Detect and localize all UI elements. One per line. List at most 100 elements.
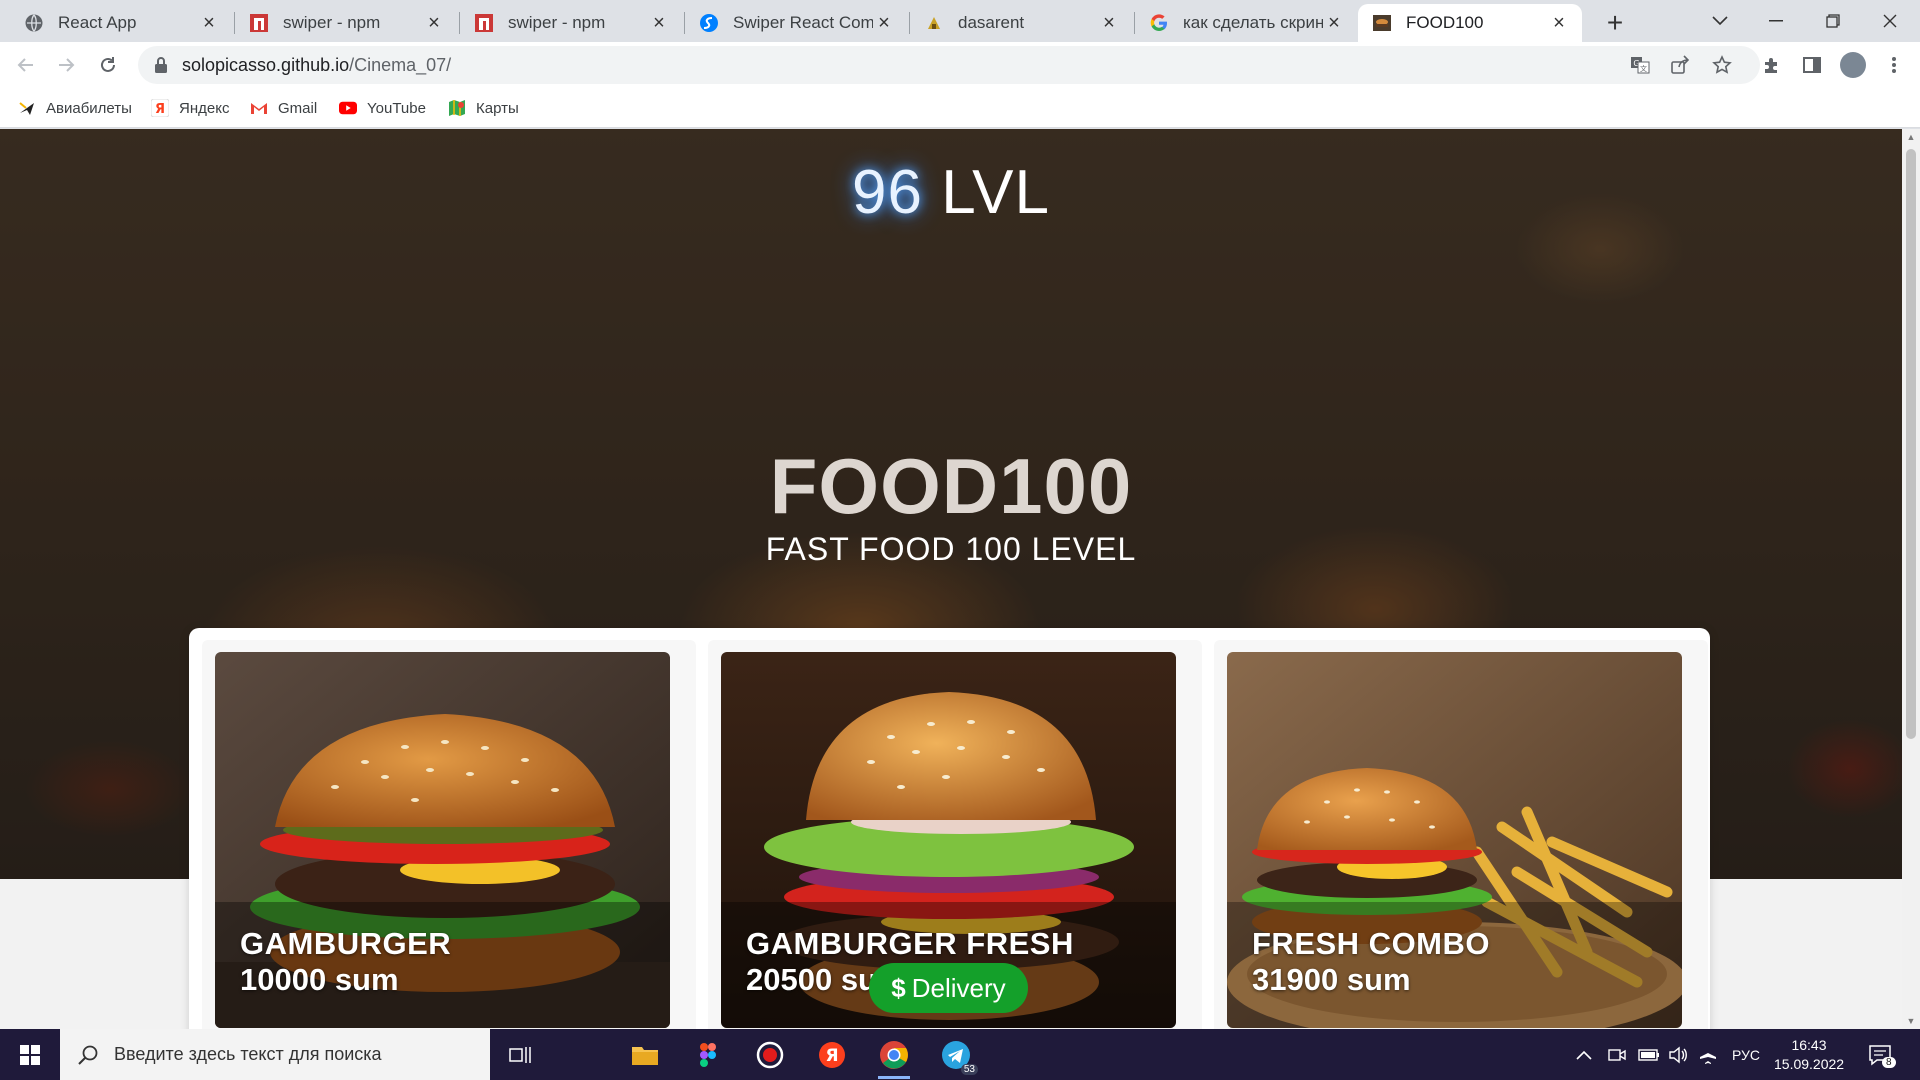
page-scrollbar[interactable]: ▲ ▼: [1902, 129, 1920, 1029]
bookmark-maps[interactable]: Карты: [448, 97, 519, 119]
browser-toolbar: solopicasso.github.io/Cinema_07/ G文: [0, 42, 1920, 88]
gmail-icon: [250, 99, 268, 117]
page-viewport: 96 LVL FOOD100 FAST FOOD 100 LEVEL GAMBU…: [0, 129, 1902, 1029]
brand-heading: FOOD100: [769, 442, 1133, 530]
tab-react-app[interactable]: React App ×: [10, 4, 232, 42]
tab-title: swiper - npm: [283, 13, 381, 32]
address-bar[interactable]: solopicasso.github.io/Cinema_07/: [138, 46, 1760, 84]
forward-button[interactable]: [50, 49, 82, 81]
chrome-icon[interactable]: [874, 1035, 914, 1079]
svg-text:Я: Я: [825, 1046, 838, 1066]
tab-swiper-npm-1[interactable]: swiper - npm ×: [235, 4, 457, 42]
svg-text:文: 文: [1640, 64, 1647, 73]
yandex-browser-icon[interactable]: Я: [812, 1035, 852, 1075]
tab-swiper-react[interactable]: Swiper React Compon ×: [685, 4, 907, 42]
close-tab-icon[interactable]: ×: [1098, 12, 1120, 34]
profile-avatar[interactable]: [1840, 52, 1866, 78]
tab-dasarent[interactable]: dasarent ×: [910, 4, 1132, 42]
lock-icon: [155, 57, 167, 73]
close-tab-icon[interactable]: ×: [198, 12, 220, 34]
airplane-mode-icon[interactable]: [1698, 1029, 1718, 1080]
extensions-icon[interactable]: [1756, 49, 1788, 81]
tab-swiper-npm-2[interactable]: swiper - npm ×: [460, 4, 682, 42]
brand-tagline: FAST FOOD 100 LEVEL: [765, 531, 1137, 567]
scroll-down-icon[interactable]: ▼: [1902, 1013, 1920, 1029]
delivery-button[interactable]: $ Delivery: [869, 963, 1028, 1013]
tab-title: как сделать скриншо: [1183, 13, 1323, 32]
google-icon: [1149, 13, 1169, 33]
close-window-button[interactable]: [1862, 0, 1918, 42]
bookmark-aviabilety[interactable]: Авиабилеты: [18, 97, 132, 119]
share-icon[interactable]: [1664, 49, 1696, 81]
reload-button[interactable]: [92, 49, 124, 81]
tab-title: dasarent: [958, 13, 1025, 32]
tab-food100[interactable]: FOOD100 ×: [1358, 4, 1582, 42]
tab-strip: React App × swiper - npm × swiper - npm …: [0, 0, 1920, 42]
close-tab-icon[interactable]: ×: [1323, 12, 1345, 34]
record-icon[interactable]: [750, 1035, 790, 1075]
maps-icon: [448, 99, 466, 117]
system-clock[interactable]: 16:43 15.09.2022: [1774, 1036, 1844, 1074]
svg-text:Я: Я: [155, 102, 165, 117]
volume-icon[interactable]: [1668, 1029, 1688, 1080]
figma-icon[interactable]: [688, 1035, 728, 1075]
tab-title: Swiper React Compon: [733, 13, 873, 32]
taskbar-search[interactable]: Введите здесь текст для поиска: [60, 1029, 490, 1080]
tray-chevron-icon[interactable]: [1576, 1029, 1592, 1080]
close-tab-icon[interactable]: ×: [873, 12, 895, 34]
site-logo[interactable]: 96 LVL: [0, 157, 1902, 228]
scrollbar-thumb[interactable]: [1906, 149, 1916, 739]
bookmark-star-icon[interactable]: [1706, 49, 1738, 81]
product-name: GAMBURGER: [240, 926, 452, 961]
scroll-up-icon[interactable]: ▲: [1902, 129, 1920, 145]
youtube-icon: [339, 99, 357, 117]
restore-button[interactable]: [1805, 0, 1861, 42]
tab-title: swiper - npm: [508, 13, 606, 32]
product-card[interactable]: FRESH COMBO 31900 sum: [1214, 640, 1708, 1029]
close-tab-icon[interactable]: ×: [1548, 12, 1570, 34]
tab-google-search[interactable]: как сделать скриншо ×: [1135, 4, 1357, 42]
search-icon: [78, 1045, 98, 1065]
close-tab-icon[interactable]: ×: [423, 12, 445, 34]
side-panel-icon[interactable]: [1796, 49, 1828, 81]
new-tab-button[interactable]: +: [1598, 6, 1632, 40]
file-explorer-icon[interactable]: [625, 1035, 665, 1075]
bookmark-yandex[interactable]: Я Яндекс: [151, 97, 229, 119]
translate-icon[interactable]: G文: [1624, 49, 1656, 81]
bookmark-gmail[interactable]: Gmail: [250, 97, 317, 119]
product-price: 31900 sum: [1252, 962, 1411, 997]
battery-icon[interactable]: [1638, 1029, 1660, 1080]
npm-icon: [249, 13, 269, 33]
dollar-icon: $: [891, 972, 906, 1003]
back-button[interactable]: [10, 49, 42, 81]
dasarent-icon: [924, 13, 944, 33]
bookmark-youtube[interactable]: YouTube: [339, 97, 426, 119]
globe-icon: [24, 13, 44, 33]
tab-search-icon[interactable]: [1692, 0, 1748, 42]
tab-title: React App: [58, 13, 137, 32]
close-tab-icon[interactable]: ×: [648, 12, 670, 34]
food-icon: [1372, 13, 1392, 33]
product-card[interactable]: GAMBURGER 10000 sum: [202, 640, 696, 1029]
windows-taskbar: Введите здесь текст для поиска Я 53 РУС …: [0, 1029, 1920, 1080]
bookmarks-bar: Авиабилеты Я Яндекс Gmail YouTube Карты: [0, 88, 1920, 128]
start-button[interactable]: [0, 1029, 60, 1080]
tab-title: FOOD100: [1406, 13, 1484, 32]
npm-icon: [474, 13, 494, 33]
swiper-icon: [699, 13, 719, 33]
notification-badge: 8: [1882, 1057, 1896, 1068]
product-name: FRESH COMBO: [1252, 926, 1490, 961]
menu-icon[interactable]: [1878, 49, 1910, 81]
task-view-icon[interactable]: [500, 1035, 540, 1075]
minimize-button[interactable]: [1748, 0, 1804, 42]
telegram-icon[interactable]: 53: [936, 1035, 978, 1075]
yandex-icon: Я: [151, 99, 169, 117]
windows-icon: [20, 1044, 40, 1065]
telegram-badge: 53: [960, 1064, 978, 1075]
product-price: 10000 sum: [240, 962, 399, 997]
language-indicator[interactable]: РУС: [1732, 1029, 1760, 1080]
plane-icon: [18, 99, 36, 117]
meet-now-icon[interactable]: [1608, 1029, 1626, 1080]
product-name: GAMBURGER FRESH: [746, 926, 1074, 961]
notifications-icon[interactable]: 8: [1868, 1029, 1896, 1080]
